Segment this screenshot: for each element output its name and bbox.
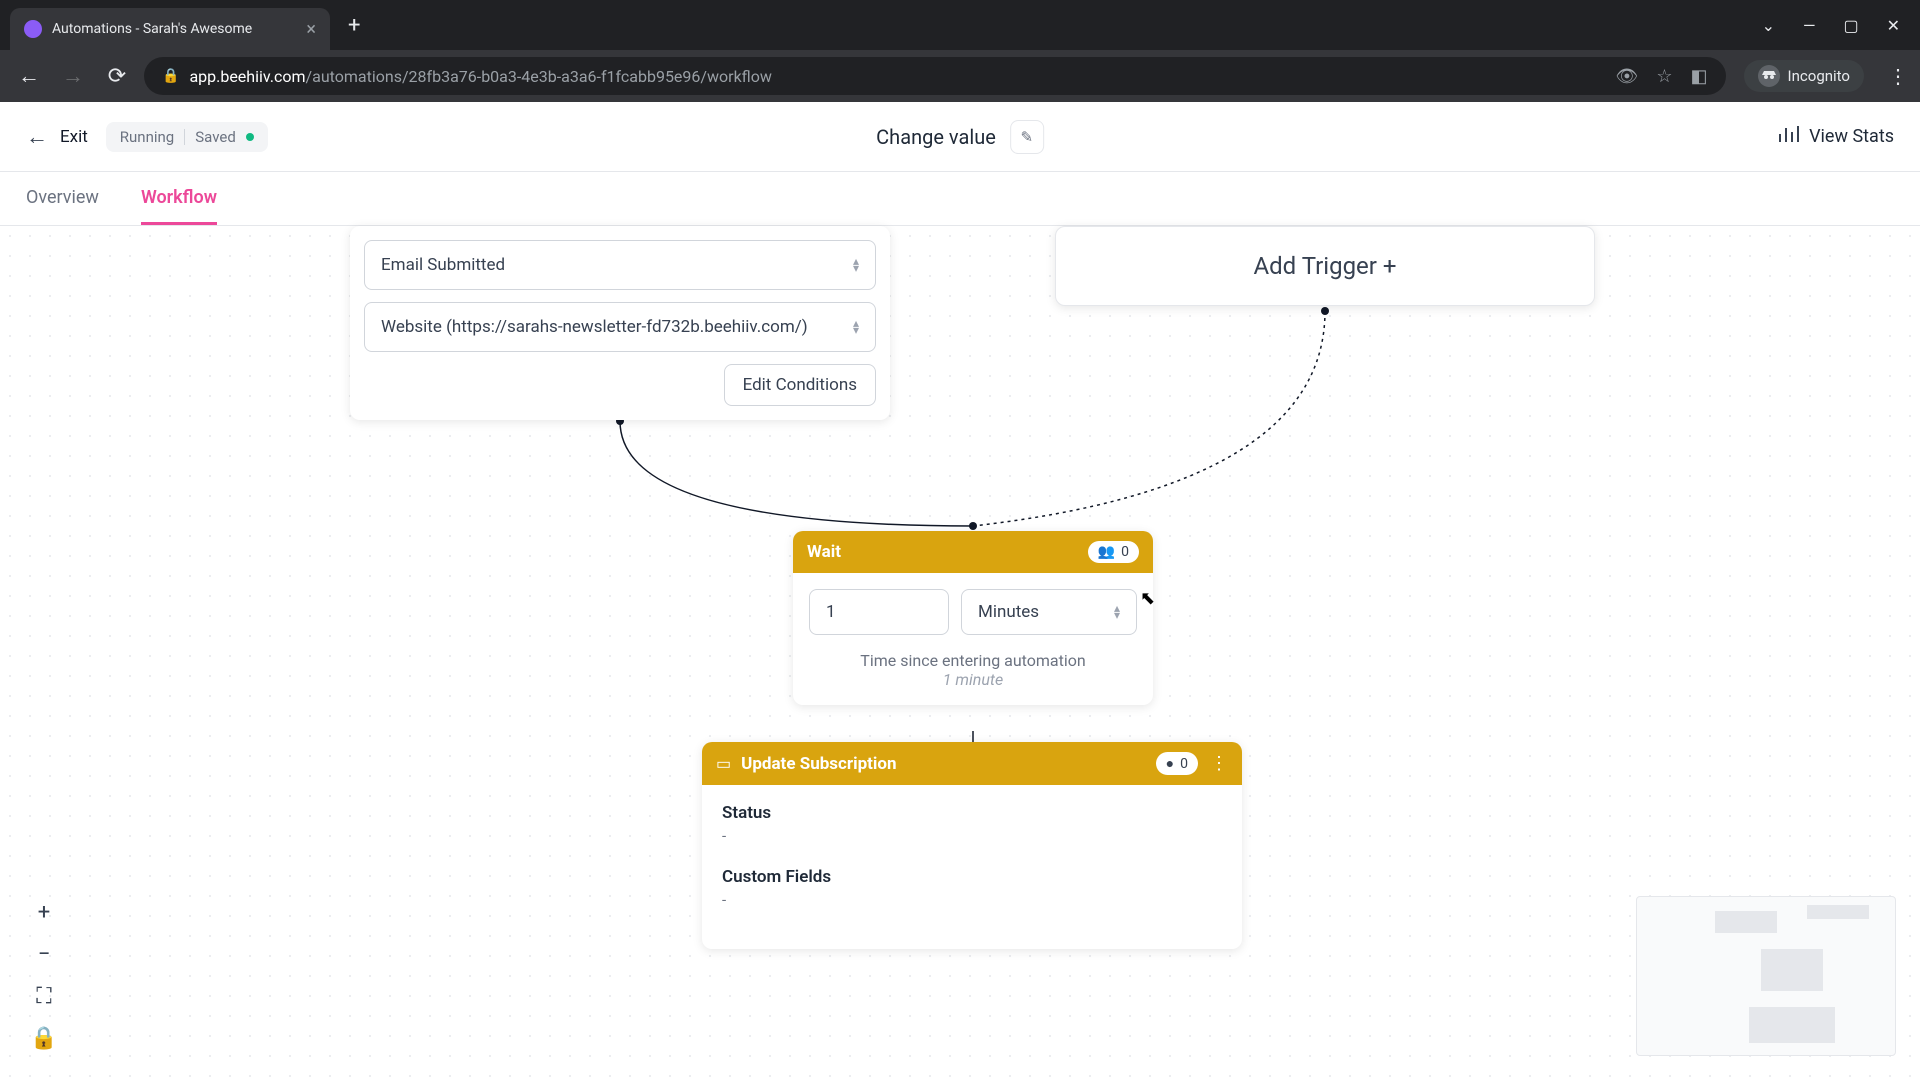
wait-count: 0 [1121,544,1129,560]
back-button[interactable]: ← [12,63,46,89]
exit-group: ← Exit [26,124,88,150]
tab-close-icon[interactable]: × [306,19,316,40]
eye-off-icon[interactable]: 👁 [1616,66,1639,87]
incognito-icon [1758,65,1780,87]
wait-subcaption: 1 minute [809,670,1137,689]
status-dot-icon [246,133,254,141]
reload-button[interactable]: ⟳ [100,64,134,89]
status-value: - [722,827,1222,845]
wait-unit-value: Minutes [978,602,1039,622]
trigger-event-select[interactable]: Email Submitted ▴▾ [364,240,876,290]
browser-tab[interactable]: Automations - Sarah's Awesome × [10,8,330,50]
forward-button[interactable]: → [56,63,90,89]
id-card-icon: ▭ [716,754,731,773]
custom-fields-value: - [722,891,1222,909]
wait-title: Wait [807,542,841,562]
bookmark-icon[interactable]: ☆ [1656,66,1672,87]
zoom-in-button[interactable]: + [26,894,62,930]
trigger-card[interactable]: Email Submitted ▴▾ Website (https://sara… [350,226,890,420]
url-text: app.beehiiv.com/automations/28fb3a76-b0a… [189,67,771,86]
zoom-out-button[interactable]: − [26,936,62,972]
wait-body: Minutes ▴▾ Time since entering automatio… [793,573,1153,705]
card-menu-icon[interactable]: ⋮ [1210,753,1228,774]
close-icon[interactable]: ✕ [1887,16,1900,35]
minimap[interactable] [1636,896,1896,1056]
edit-title-button[interactable]: ✎ [1010,120,1044,154]
users-icon: 👥 [1098,544,1115,560]
favicon [24,20,42,38]
window-controls: ⌄ — ▢ ✕ [1762,16,1920,35]
wait-header: Wait 👥 0 [793,531,1153,573]
divider [184,129,185,145]
url-actions: 👁 ☆ ◧ [1616,66,1708,87]
update-body: Status - Custom Fields - [702,785,1242,949]
wait-card[interactable]: Wait 👥 0 Minutes ▴▾ Time since entering … [793,531,1153,705]
minimize-icon[interactable]: — [1803,16,1816,35]
wait-count-badge: 👥 0 [1088,541,1139,563]
new-tab-button[interactable]: + [348,13,360,38]
add-trigger-label: Add Trigger + [1253,252,1396,280]
nav-tabs: Overview Workflow [0,172,1920,226]
address-bar[interactable]: 🔒 app.beehiiv.com/automations/28fb3a76-b… [144,57,1726,95]
tab-title: Automations - Sarah's Awesome [52,21,296,37]
title-group: Change value ✎ [876,120,1044,154]
chevron-up-down-icon: ▴▾ [853,258,859,272]
wait-caption: Time since entering automation [809,651,1137,670]
chevron-up-down-icon: ▴▾ [853,320,859,334]
status-saved: Saved [195,128,236,146]
add-trigger-card[interactable]: Add Trigger + [1055,226,1595,306]
wait-unit-select[interactable]: Minutes ▴▾ [961,589,1137,635]
wait-inputs: Minutes ▴▾ [809,589,1137,635]
update-header: ▭ Update Subscription ● 0 ⋮ [702,742,1242,785]
chevron-down-icon[interactable]: ⌄ [1762,16,1775,35]
bar-chart-icon [1777,124,1799,149]
check-circle-icon: ● [1166,755,1174,772]
update-count: 0 [1180,756,1188,772]
status-label: Status [722,803,1222,823]
trigger-source-select[interactable]: Website (https://sarahs-newsletter-fd732… [364,302,876,352]
browser-menu-icon[interactable]: ⋮ [1888,64,1908,88]
view-stats-button[interactable]: View Stats [1777,124,1894,149]
workflow-canvas[interactable]: Email Submitted ▴▾ Website (https://sara… [0,226,1920,1080]
edit-conditions-button[interactable]: Edit Conditions [724,364,876,406]
update-count-badge: ● 0 [1156,752,1198,775]
trigger-event-value: Email Submitted [381,255,505,275]
lock-icon: 🔒 [162,68,179,84]
update-title: Update Subscription [741,754,896,774]
chevron-up-down-icon: ▴▾ [1114,605,1120,619]
canvas-controls: + − ⛶ 🔒 [26,894,62,1056]
lock-button[interactable]: 🔒 [26,1020,62,1056]
wait-value-input[interactable] [809,589,949,635]
browser-tab-strip: Automations - Sarah's Awesome × + ⌄ — ▢ … [0,0,1920,50]
tab-workflow[interactable]: Workflow [141,187,217,225]
exit-arrow-icon[interactable]: ← [26,124,48,150]
status-running: Running [120,128,174,146]
browser-toolbar: ← → ⟳ 🔒 app.beehiiv.com/automations/28fb… [0,50,1920,102]
incognito-badge[interactable]: Incognito [1744,60,1864,92]
fit-view-button[interactable]: ⛶ [26,978,62,1014]
tab-overview[interactable]: Overview [26,187,99,225]
app-header: ← Exit Running Saved Change value ✎ View… [0,102,1920,172]
update-header-right: ● 0 ⋮ [1156,752,1228,775]
exit-button[interactable]: Exit [60,127,88,147]
custom-fields-label: Custom Fields [722,867,1222,887]
maximize-icon[interactable]: ▢ [1843,16,1858,35]
update-header-left: ▭ Update Subscription [716,754,897,774]
page-title: Change value [876,125,996,149]
trigger-source-value: Website (https://sarahs-newsletter-fd732… [381,317,808,337]
status-pill: Running Saved [106,122,268,152]
view-stats-label: View Stats [1809,126,1894,147]
pencil-icon: ✎ [1021,128,1034,146]
panel-icon[interactable]: ◧ [1691,66,1708,87]
incognito-label: Incognito [1788,67,1850,85]
update-subscription-card[interactable]: ▭ Update Subscription ● 0 ⋮ Status - Cus… [702,742,1242,949]
